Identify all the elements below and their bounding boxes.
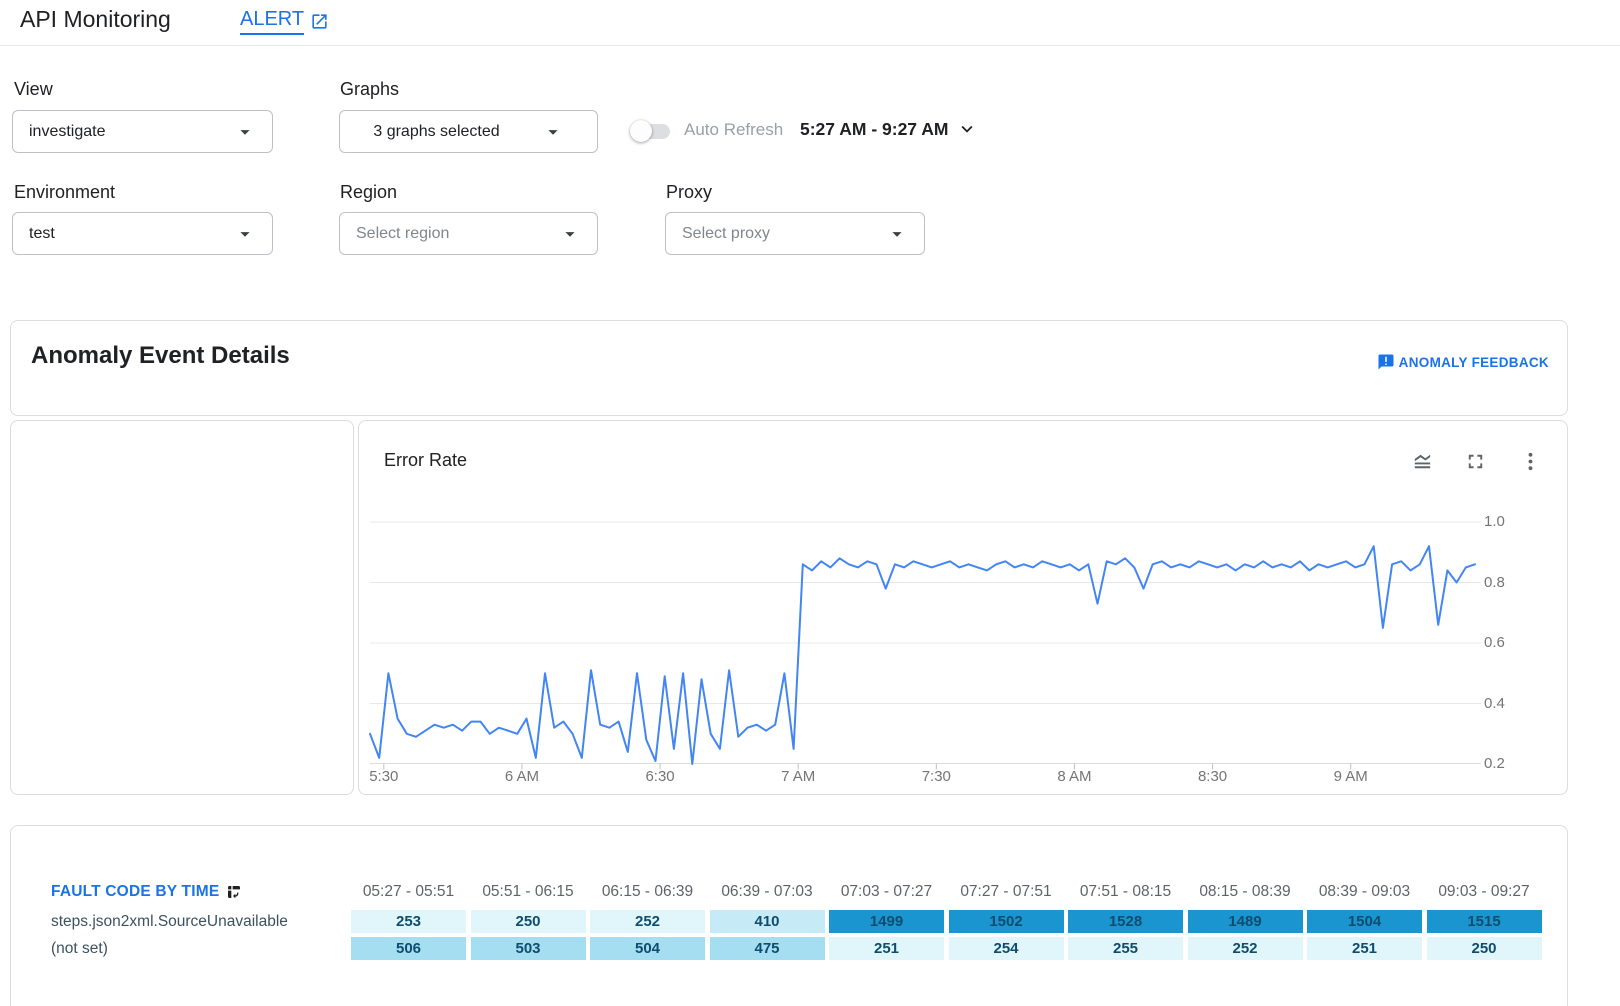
fault-col-header: 06:15 - 06:39 — [590, 878, 705, 906]
y-tick-label: 0.2 — [1484, 755, 1524, 772]
x-tick-label: 8:30 — [1181, 768, 1245, 785]
fault-col-header: 08:15 - 08:39 — [1188, 878, 1303, 906]
fault-table-title: FAULT CODE BY TIME — [51, 883, 219, 901]
fault-cell: 1528 — [1068, 910, 1183, 933]
fault-row-label: steps.json2xml.SourceUnavailable — [51, 910, 351, 933]
toggle-thumb — [630, 120, 652, 142]
anomaly-section-title: Anomaly Event Details — [31, 342, 290, 370]
fault-row-label: (not set) — [51, 937, 351, 960]
chevron-down-icon — [234, 223, 256, 245]
chart-gridlines — [370, 522, 1481, 704]
anomaly-feedback-label: ANOMALY FEEDBACK — [1399, 355, 1549, 370]
fault-code-by-time-card: FAULT CODE BY TIME 05:27 - 05:5105:51 - … — [10, 825, 1568, 1006]
fault-col-header: 08:39 - 09:03 — [1307, 878, 1422, 906]
x-tick-label: 7:30 — [904, 768, 968, 785]
chevron-down-icon — [559, 223, 581, 245]
fault-cell: 254 — [949, 937, 1064, 960]
alert-link-label: ALERT — [240, 8, 304, 35]
graphs-dropdown[interactable]: 3 graphs selected — [339, 110, 598, 153]
fault-cell: 251 — [1307, 937, 1422, 960]
chevron-down-icon — [234, 121, 256, 143]
fault-col-header: 09:03 - 09:27 — [1427, 878, 1542, 906]
fault-table-title-cell[interactable]: FAULT CODE BY TIME — [51, 878, 351, 906]
alert-link[interactable]: ALERT — [240, 8, 329, 35]
fault-cell: 252 — [590, 910, 705, 933]
chevron-down-icon — [886, 223, 908, 245]
error-rate-chart-card: Error Rate 1.00.80.60.40.2 5:306 AM6:307… — [358, 420, 1568, 795]
x-tick-label: 8 AM — [1042, 768, 1106, 785]
fault-cell: 1489 — [1188, 910, 1303, 933]
pivot-table-icon — [226, 884, 242, 900]
proxy-label: Proxy — [666, 182, 712, 203]
error-rate-series-line — [370, 546, 1475, 764]
time-range-selector[interactable]: 5:27 AM - 9:27 AM — [800, 118, 978, 140]
fault-col-header: 07:27 - 07:51 — [949, 878, 1064, 906]
proxy-dropdown-placeholder: Select proxy — [682, 225, 770, 243]
region-dropdown[interactable]: Select region — [339, 212, 598, 255]
api-monitoring-page: API Monitoring ALERT View investigate Gr… — [0, 0, 1620, 1006]
fault-cell: 252 — [1188, 937, 1303, 960]
fault-col-header: 07:51 - 08:15 — [1068, 878, 1183, 906]
y-tick-label: 0.8 — [1484, 574, 1524, 591]
environment-label: Environment — [14, 182, 115, 203]
fault-cell: 506 — [351, 937, 466, 960]
header-divider — [0, 45, 1620, 46]
proxy-dropdown[interactable]: Select proxy — [665, 212, 925, 255]
fault-col-header: 05:27 - 05:51 — [351, 878, 466, 906]
fault-cell: 1502 — [949, 910, 1064, 933]
page-title: API Monitoring — [20, 6, 171, 33]
region-label: Region — [340, 182, 397, 203]
fault-cell: 475 — [710, 937, 825, 960]
feedback-bubble-icon — [1377, 353, 1395, 371]
x-tick-label: 7 AM — [766, 768, 830, 785]
graphs-dropdown-value: 3 graphs selected — [373, 123, 499, 141]
chevron-down-icon — [542, 121, 564, 143]
fault-cell: 255 — [1068, 937, 1183, 960]
graphs-label: Graphs — [340, 79, 399, 100]
fault-col-header: 07:03 - 07:27 — [829, 878, 944, 906]
fault-cell: 504 — [590, 937, 705, 960]
environment-dropdown-value: test — [29, 225, 55, 243]
fault-cell: 253 — [351, 910, 466, 933]
open-in-new-icon — [310, 12, 329, 31]
fault-cell: 410 — [710, 910, 825, 933]
fault-col-header: 05:51 - 06:15 — [471, 878, 586, 906]
auto-refresh-label: Auto Refresh — [684, 120, 783, 140]
time-range-value: 5:27 AM - 9:27 AM — [800, 119, 948, 140]
fault-cell: 250 — [1427, 937, 1542, 960]
y-tick-label: 0.4 — [1484, 695, 1524, 712]
region-dropdown-placeholder: Select region — [356, 225, 449, 243]
fault-cell: 1504 — [1307, 910, 1422, 933]
x-tick-label: 5:30 — [352, 768, 416, 785]
environment-dropdown[interactable]: test — [12, 212, 273, 255]
view-label: View — [14, 79, 53, 100]
y-tick-label: 1.0 — [1484, 513, 1524, 530]
fault-cell: 1499 — [829, 910, 944, 933]
fault-cell: 251 — [829, 937, 944, 960]
x-tick-label: 6 AM — [490, 768, 554, 785]
view-dropdown-value: investigate — [29, 123, 106, 141]
fault-col-header: 06:39 - 07:03 — [710, 878, 825, 906]
x-tick-label: 9 AM — [1319, 768, 1383, 785]
fault-cell: 250 — [471, 910, 586, 933]
fault-cell: 1515 — [1427, 910, 1542, 933]
anomaly-event-details-card: Anomaly Event Details ANOMALY FEEDBACK — [10, 320, 1568, 416]
empty-detail-card — [10, 420, 354, 795]
auto-refresh-toggle[interactable] — [630, 120, 672, 142]
error-rate-line-chart — [359, 421, 1569, 796]
anomaly-feedback-link[interactable]: ANOMALY FEEDBACK — [1377, 353, 1549, 371]
fault-cell: 503 — [471, 937, 586, 960]
chevron-down-icon — [956, 118, 978, 140]
view-dropdown[interactable]: investigate — [12, 110, 273, 153]
x-tick-label: 6:30 — [628, 768, 692, 785]
fault-code-table: FAULT CODE BY TIME 05:27 - 05:5105:51 - … — [51, 878, 1546, 960]
y-tick-label: 0.6 — [1484, 634, 1524, 651]
